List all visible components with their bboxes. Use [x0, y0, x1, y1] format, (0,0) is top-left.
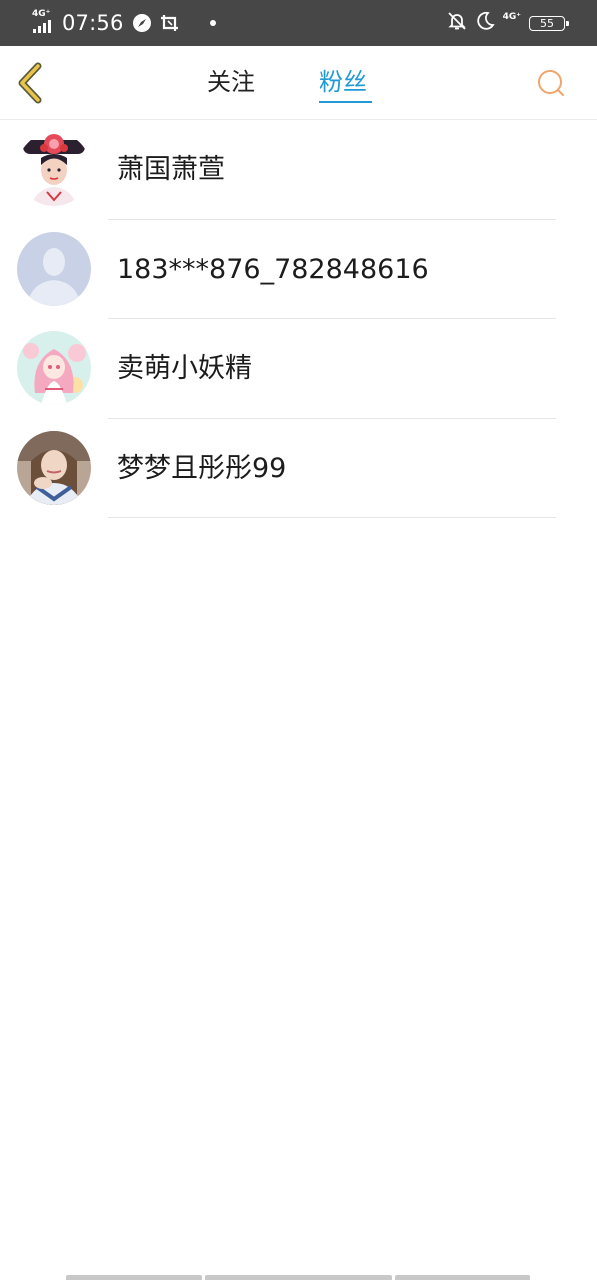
status-bar-left: 4G⁺ 07:56 — [32, 8, 216, 38]
fan-list-item[interactable]: 萧国萧萱 — [0, 120, 597, 220]
status-bar: 4G⁺ 07:56 4G⁺ 55 — [0, 0, 597, 46]
nav-gesture-segment-left — [66, 1275, 202, 1280]
fan-list-item[interactable]: 卖萌小妖精 — [0, 319, 597, 419]
status-bar-right: 4G⁺ 55 — [447, 8, 569, 38]
status-time: 07:56 — [62, 11, 124, 35]
fans-list: 萧国萧萱 183***876_782848616 卖萌小妖精 梦梦且彤彤99 — [0, 120, 597, 518]
avatar[interactable] — [17, 231, 91, 306]
battery-level: 55 — [540, 16, 554, 30]
fan-name: 183***876_782848616 — [117, 253, 429, 285]
notification-dot-icon — [209, 20, 216, 26]
compass-icon — [132, 13, 152, 33]
network-type-label: 4G⁺ — [32, 9, 51, 19]
fan-name: 萧国萧萱 — [117, 154, 225, 185]
fan-name: 卖萌小妖精 — [117, 353, 252, 384]
avatar[interactable] — [17, 331, 91, 405]
avatar[interactable] — [17, 430, 91, 505]
bell-muted-icon — [447, 11, 467, 35]
search-button[interactable] — [536, 68, 566, 98]
row-divider — [108, 517, 556, 518]
fan-list-item[interactable]: 梦梦且彤彤99 — [0, 419, 597, 518]
header: 关注 粉丝 — [0, 46, 597, 120]
chevron-left-icon — [18, 62, 42, 104]
search-icon — [538, 70, 564, 96]
nav-gesture-segment-middle — [205, 1275, 392, 1280]
active-tab-indicator — [319, 101, 372, 103]
battery-icon: 55 — [529, 15, 569, 31]
avatar[interactable] — [17, 132, 91, 206]
tab-fans[interactable]: 粉丝 — [319, 66, 367, 98]
screenshot-crop-icon — [160, 13, 180, 33]
moon-icon — [475, 11, 495, 35]
cellular-signal-icon: 4G⁺ — [32, 9, 58, 35]
tab-following[interactable]: 关注 — [207, 66, 255, 98]
fan-list-item[interactable]: 183***876_782848616 — [0, 220, 597, 319]
fan-name: 梦梦且彤彤99 — [117, 452, 287, 484]
back-button[interactable] — [14, 62, 48, 104]
nav-gesture-segment-right — [395, 1275, 530, 1280]
network-type-label-right: 4G⁺ — [502, 12, 521, 22]
